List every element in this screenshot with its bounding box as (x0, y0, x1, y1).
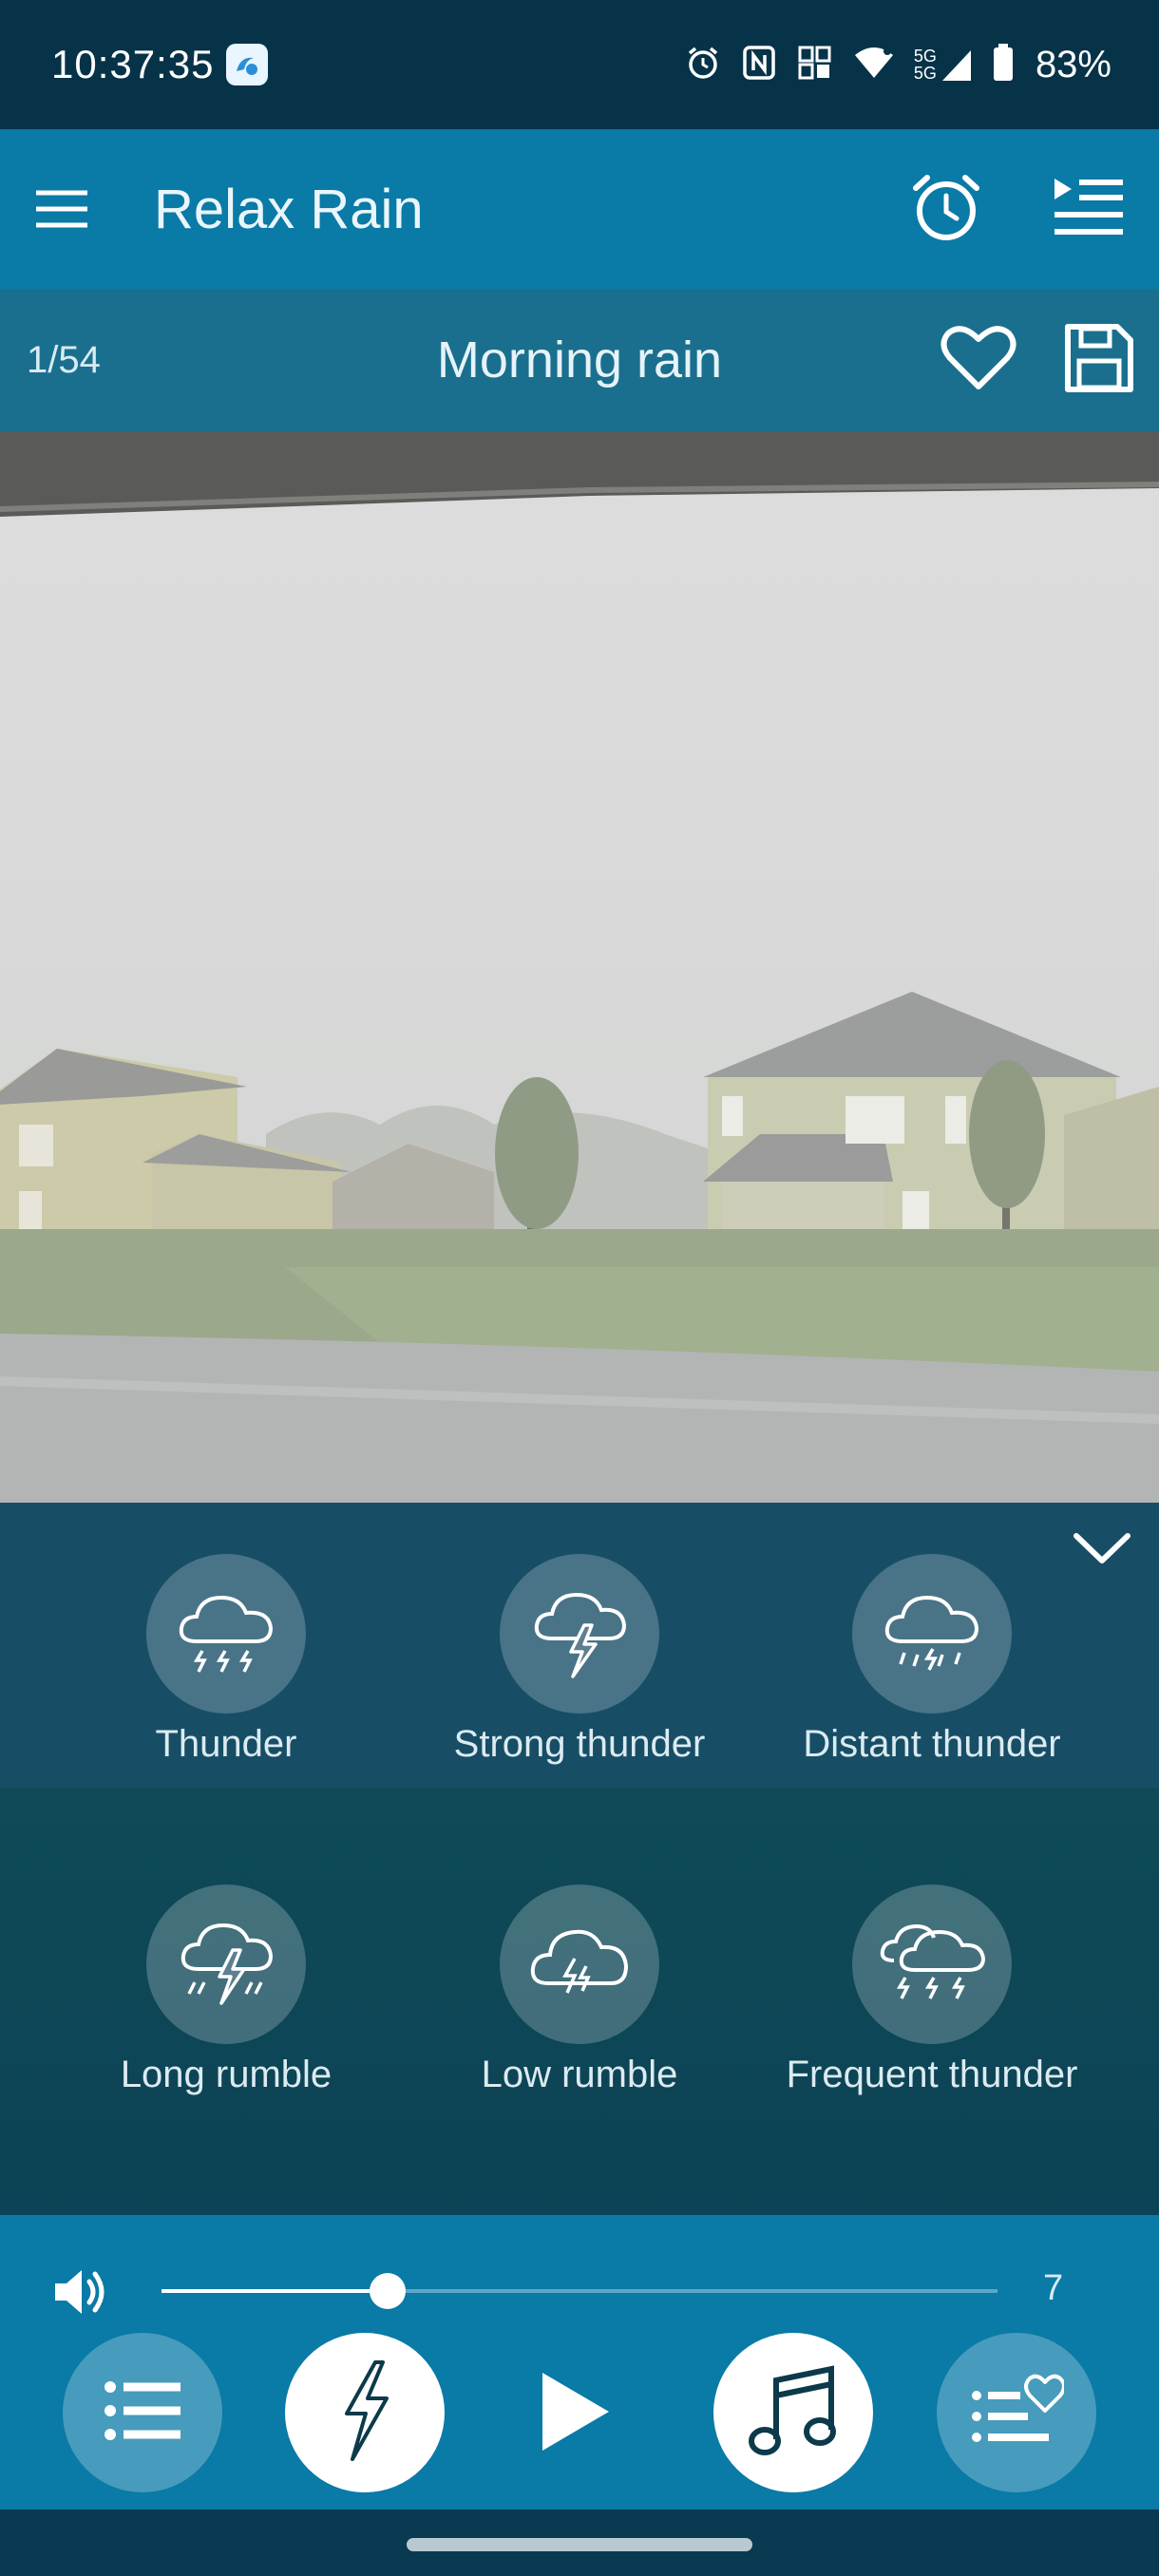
battery-level: 83% (1035, 43, 1112, 85)
cloud-rain-thunder-icon[interactable] (852, 1554, 1012, 1714)
app-notification-icon (225, 44, 268, 85)
sound-label: Strong thunder (453, 1723, 706, 1765)
system-navigation-bar (0, 2510, 1159, 2576)
track-bar: 1/54 Morning rain (0, 289, 1159, 431)
status-icons: 5G 5G 83% (684, 43, 1112, 87)
volume-value: 7 (1043, 2268, 1064, 2308)
sound-strong-thunder[interactable]: Strong thunder (404, 1554, 755, 1766)
heart-icon[interactable] (940, 324, 1016, 397)
music-button[interactable] (713, 2333, 873, 2492)
list-icon (103, 2379, 182, 2447)
battery-icon (992, 43, 1015, 87)
playback-controls (0, 2333, 1159, 2496)
menu-icon[interactable] (30, 178, 93, 240)
lightning-icon (332, 2358, 398, 2468)
sound-label: Distant thunder (803, 1723, 1061, 1765)
volume-slider-fill (162, 2289, 388, 2293)
nfc-icon (741, 44, 777, 86)
5g-signal-icon: 5G 5G (914, 47, 973, 83)
favorites-list-button[interactable] (937, 2333, 1096, 2492)
home-indicator[interactable] (407, 2538, 752, 2551)
alarm-icon (684, 44, 722, 86)
cloud-thunder-icon[interactable] (146, 1554, 306, 1714)
sound-long-rumble[interactable]: Long rumble (50, 1885, 402, 2096)
alarm-clock-icon[interactable] (908, 169, 984, 250)
sound-distant-thunder[interactable]: Distant thunder (756, 1554, 1108, 1766)
sounds-panel: Thunder Strong thunder Distant thunder L… (0, 1503, 1159, 2215)
play-button[interactable] (513, 2352, 636, 2475)
cloud-rumble-icon[interactable] (146, 1885, 306, 2044)
sound-label: Low rumble (481, 2054, 678, 2095)
status-time: 10:37:35 (51, 42, 215, 86)
thunder-mode-button[interactable] (285, 2333, 445, 2492)
playlist-icon[interactable] (1051, 173, 1127, 246)
network-label-top: 5G (913, 47, 937, 66)
sound-label: Long rumble (120, 2054, 332, 2095)
play-icon (537, 2369, 613, 2459)
sound-label: Frequent thunder (786, 2054, 1078, 2095)
double-cloud-thunder-icon[interactable] (852, 1885, 1012, 2044)
cloud-lightning-icon[interactable] (500, 1554, 659, 1714)
network-label-bottom: 5G (913, 64, 937, 83)
track-count: 1/54 (27, 338, 101, 381)
volume-row: 7 (0, 2253, 1159, 2329)
volume-slider-thumb[interactable] (369, 2273, 406, 2309)
wifi-icon (853, 44, 895, 86)
volume-icon[interactable] (51, 2263, 110, 2321)
app-bar: Relax Rain (0, 129, 1159, 289)
save-icon[interactable] (1064, 323, 1134, 398)
sound-label: Thunder (155, 1723, 297, 1765)
app-title: Relax Rain (154, 178, 424, 240)
background-scene-image (0, 431, 1159, 1503)
vibrate-icon (796, 44, 834, 86)
sound-frequent-thunder[interactable]: Frequent thunder (756, 1885, 1108, 2096)
music-note-icon (748, 2363, 839, 2463)
volume-slider[interactable] (162, 2273, 998, 2309)
sound-list-button[interactable] (63, 2333, 222, 2492)
status-bar: 10:37:35 5G 5G 83% (0, 0, 1159, 129)
favorite-list-icon (969, 2373, 1066, 2453)
sound-low-rumble[interactable]: Low rumble (404, 1885, 755, 2096)
sound-thunder[interactable]: Thunder (50, 1554, 402, 1766)
player-bar: 7 (0, 2215, 1159, 2510)
cloud-low-rumble-icon[interactable] (500, 1885, 659, 2044)
